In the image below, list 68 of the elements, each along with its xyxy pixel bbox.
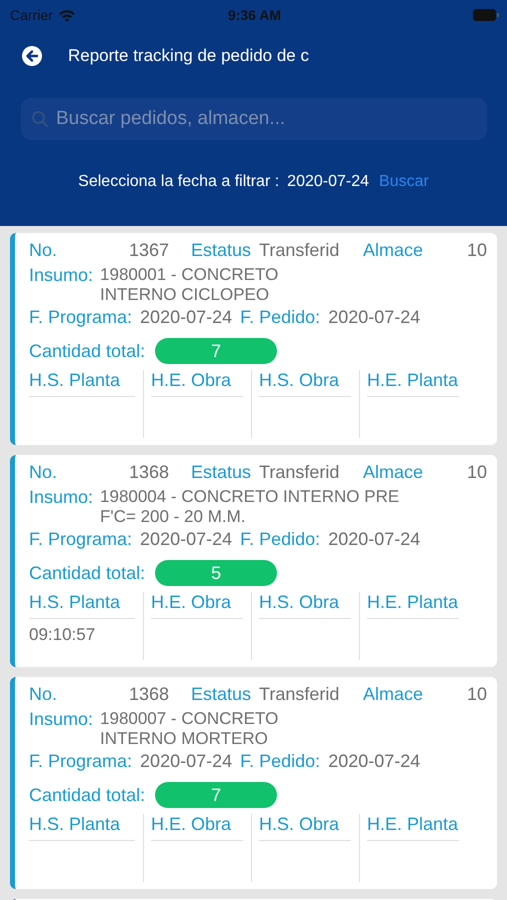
warehouse-label: Almace — [363, 684, 424, 704]
time-column-label: H.E. Planta — [367, 592, 459, 619]
filter-label: Selecciona la fecha a filtrar : — [78, 173, 280, 191]
number-label: No. — [29, 684, 58, 704]
back-icon[interactable] — [22, 46, 42, 66]
order-number: 1367 — [129, 240, 170, 260]
order-card[interactable] — [10, 455, 497, 667]
status-label: Estatus — [191, 462, 252, 482]
warehouse-value: 10 — [466, 462, 487, 482]
time-column-label: H.E. Obra — [151, 814, 243, 841]
order-date-label: F. Pedido: — [240, 307, 320, 328]
time-column-label: H.S. Planta — [29, 592, 135, 619]
search-field[interactable]: Buscar pedidos, almacen... — [21, 98, 487, 140]
clock: 9:36 AM — [228, 7, 282, 23]
status-value: Transferid — [259, 240, 340, 260]
program-date-label: F. Programa: — [29, 529, 132, 550]
program-date-label: F. Programa: — [29, 307, 132, 328]
quantity-badge: 5 — [155, 560, 278, 586]
battery-icon — [472, 9, 499, 21]
warehouse-value: 10 — [466, 240, 487, 260]
time-column-label: H.E. Obra — [151, 592, 243, 619]
order-number: 1368 — [129, 684, 170, 704]
program-date: 2020-07-24 — [140, 307, 232, 328]
order-date-label: F. Pedido: — [240, 751, 320, 772]
time-column-label: H.S. Obra — [259, 814, 351, 841]
program-date: 2020-07-24 — [140, 751, 232, 772]
order-card[interactable]: No. 1367 Estatus Transferid Almace 10 Insumo: 1980001 - CONCRETO INTERNO CICLOPEO F. Programa: 2020-07-24 F. Pedido: 2020-07-24 Cantidad total: 7 H.S. Planta H.E. Obra H.S. Obra H.E. Planta — [10, 233, 497, 445]
carrier-label: Carrier — [10, 7, 53, 23]
order-date: 2020-07-24 — [328, 529, 420, 550]
supply-label: Insumo: — [29, 487, 94, 509]
search-link[interactable]: Buscar — [379, 173, 429, 191]
time-column-label: H.S. Planta — [29, 370, 135, 397]
supply-value: 1980004 - CONCRETO INTERNO PRE F'C= 200 - 20 M.M. — [100, 487, 400, 527]
quantity-label: Cantidad total: — [29, 562, 146, 584]
time-column-label: H.E. Planta — [367, 814, 459, 841]
order-date: 2020-07-24 — [328, 307, 420, 328]
quantity-label: Cantidad total: — [29, 784, 146, 806]
filter-date[interactable]: 2020-07-24 — [287, 173, 370, 191]
quantity-label: Cantidad total: — [29, 340, 146, 362]
time-column-label: H.E. Obra — [151, 370, 243, 397]
status-label: Estatus — [191, 684, 252, 704]
screen-title: Reporte tracking de pedido de c — [68, 46, 309, 66]
quantity-badge: 7 — [155, 338, 278, 364]
time-column-label: H.E. Planta — [367, 370, 459, 397]
quantity-badge: 7 — [155, 782, 278, 808]
status-value: Transferid — [259, 462, 340, 482]
status-value: Transferid — [259, 684, 340, 704]
warehouse-label: Almace — [363, 240, 424, 260]
number-label: No. — [29, 240, 58, 260]
wifi-icon — [58, 8, 76, 22]
status-label: Estatus — [191, 240, 252, 260]
supply-label: Insumo: — [29, 265, 94, 287]
order-date: 2020-07-24 — [328, 751, 420, 772]
program-date-label: F. Programa: — [29, 751, 132, 772]
number-label: No. — [29, 462, 58, 482]
order-card[interactable]: No. 1368 Estatus Transferid Almace 10 Insumo: 1980007 - CONCRETO INTERNO MORTERO F. Programa: 2020-07-24 F. Pedido: 2020-07-24 Cantidad total: 7 H.S. Planta H.E. Obra H.S. Obra H.E. Planta — [10, 677, 497, 889]
order-date-label: F. Pedido: — [240, 529, 320, 550]
warehouse-label: Almace — [363, 462, 424, 482]
program-date: 2020-07-24 — [140, 529, 232, 550]
time-column-label: H.S. Obra — [259, 592, 351, 619]
order-number: 1368 — [129, 462, 170, 482]
time-column-label: H.S. Planta — [29, 814, 135, 841]
supply-value: 1980001 - CONCRETO INTERNO CICLOPEO — [100, 265, 278, 305]
supply-label: Insumo: — [29, 709, 94, 731]
time-column-label: H.S. Obra — [259, 370, 351, 397]
time-value: 09:10:57 — [29, 624, 96, 645]
warehouse-value: 10 — [466, 684, 487, 704]
supply-value: 1980007 - CONCRETO INTERNO MORTERO — [100, 709, 278, 749]
